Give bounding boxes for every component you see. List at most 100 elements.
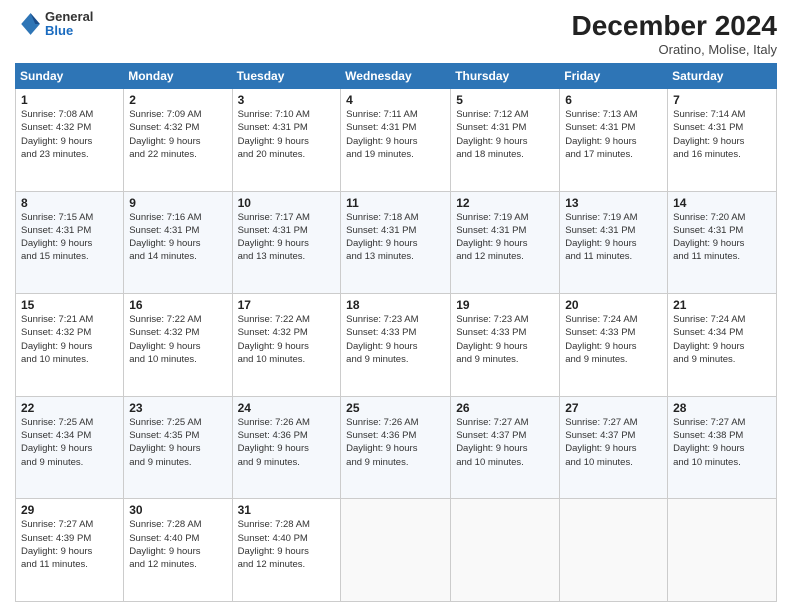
day-info: Sunrise: 7:27 AMSunset: 4:37 PMDaylight:… (456, 416, 554, 469)
day-number: 9 (129, 196, 226, 210)
day-number: 28 (673, 401, 771, 415)
day-number: 11 (346, 196, 445, 210)
calendar-cell: 28Sunrise: 7:27 AMSunset: 4:38 PMDayligh… (668, 396, 777, 499)
day-info: Sunrise: 7:12 AMSunset: 4:31 PMDaylight:… (456, 108, 554, 161)
day-info: Sunrise: 7:21 AMSunset: 4:32 PMDaylight:… (21, 313, 118, 366)
day-number: 15 (21, 298, 118, 312)
calendar-cell: 27Sunrise: 7:27 AMSunset: 4:37 PMDayligh… (560, 396, 668, 499)
calendar-cell: 12Sunrise: 7:19 AMSunset: 4:31 PMDayligh… (451, 191, 560, 294)
day-info: Sunrise: 7:09 AMSunset: 4:32 PMDaylight:… (129, 108, 226, 161)
day-info: Sunrise: 7:25 AMSunset: 4:34 PMDaylight:… (21, 416, 118, 469)
logo-general: General (45, 10, 93, 24)
day-info: Sunrise: 7:27 AMSunset: 4:38 PMDaylight:… (673, 416, 771, 469)
day-info: Sunrise: 7:17 AMSunset: 4:31 PMDaylight:… (238, 211, 336, 264)
day-number: 22 (21, 401, 118, 415)
day-info: Sunrise: 7:08 AMSunset: 4:32 PMDaylight:… (21, 108, 118, 161)
calendar-week-row: 29Sunrise: 7:27 AMSunset: 4:39 PMDayligh… (16, 499, 777, 602)
calendar-cell: 4Sunrise: 7:11 AMSunset: 4:31 PMDaylight… (341, 89, 451, 192)
day-number: 4 (346, 93, 445, 107)
calendar-cell: 31Sunrise: 7:28 AMSunset: 4:40 PMDayligh… (232, 499, 341, 602)
day-info: Sunrise: 7:19 AMSunset: 4:31 PMDaylight:… (565, 211, 662, 264)
day-number: 16 (129, 298, 226, 312)
col-monday: Monday (124, 64, 232, 89)
day-number: 8 (21, 196, 118, 210)
calendar-cell: 10Sunrise: 7:17 AMSunset: 4:31 PMDayligh… (232, 191, 341, 294)
logo-icon (15, 10, 43, 38)
day-number: 20 (565, 298, 662, 312)
day-number: 13 (565, 196, 662, 210)
day-number: 26 (456, 401, 554, 415)
day-number: 21 (673, 298, 771, 312)
calendar-week-row: 22Sunrise: 7:25 AMSunset: 4:34 PMDayligh… (16, 396, 777, 499)
logo-blue: Blue (45, 24, 93, 38)
calendar-cell: 16Sunrise: 7:22 AMSunset: 4:32 PMDayligh… (124, 294, 232, 397)
calendar-cell: 6Sunrise: 7:13 AMSunset: 4:31 PMDaylight… (560, 89, 668, 192)
day-number: 12 (456, 196, 554, 210)
day-number: 29 (21, 503, 118, 517)
calendar-cell: 15Sunrise: 7:21 AMSunset: 4:32 PMDayligh… (16, 294, 124, 397)
col-tuesday: Tuesday (232, 64, 341, 89)
day-number: 17 (238, 298, 336, 312)
day-info: Sunrise: 7:19 AMSunset: 4:31 PMDaylight:… (456, 211, 554, 264)
calendar-cell: 25Sunrise: 7:26 AMSunset: 4:36 PMDayligh… (341, 396, 451, 499)
day-info: Sunrise: 7:13 AMSunset: 4:31 PMDaylight:… (565, 108, 662, 161)
col-saturday: Saturday (668, 64, 777, 89)
calendar-cell: 13Sunrise: 7:19 AMSunset: 4:31 PMDayligh… (560, 191, 668, 294)
calendar-cell: 17Sunrise: 7:22 AMSunset: 4:32 PMDayligh… (232, 294, 341, 397)
day-info: Sunrise: 7:11 AMSunset: 4:31 PMDaylight:… (346, 108, 445, 161)
title-location: Oratino, Molise, Italy (572, 42, 777, 57)
col-friday: Friday (560, 64, 668, 89)
day-info: Sunrise: 7:16 AMSunset: 4:31 PMDaylight:… (129, 211, 226, 264)
day-info: Sunrise: 7:20 AMSunset: 4:31 PMDaylight:… (673, 211, 771, 264)
day-info: Sunrise: 7:23 AMSunset: 4:33 PMDaylight:… (346, 313, 445, 366)
day-number: 1 (21, 93, 118, 107)
calendar-week-row: 1Sunrise: 7:08 AMSunset: 4:32 PMDaylight… (16, 89, 777, 192)
day-info: Sunrise: 7:23 AMSunset: 4:33 PMDaylight:… (456, 313, 554, 366)
calendar-cell: 8Sunrise: 7:15 AMSunset: 4:31 PMDaylight… (16, 191, 124, 294)
day-number: 6 (565, 93, 662, 107)
calendar-cell: 7Sunrise: 7:14 AMSunset: 4:31 PMDaylight… (668, 89, 777, 192)
day-number: 31 (238, 503, 336, 517)
day-info: Sunrise: 7:15 AMSunset: 4:31 PMDaylight:… (21, 211, 118, 264)
calendar-cell: 3Sunrise: 7:10 AMSunset: 4:31 PMDaylight… (232, 89, 341, 192)
day-info: Sunrise: 7:24 AMSunset: 4:33 PMDaylight:… (565, 313, 662, 366)
day-number: 24 (238, 401, 336, 415)
calendar-table: Sunday Monday Tuesday Wednesday Thursday… (15, 63, 777, 602)
calendar-cell: 29Sunrise: 7:27 AMSunset: 4:39 PMDayligh… (16, 499, 124, 602)
day-info: Sunrise: 7:26 AMSunset: 4:36 PMDaylight:… (346, 416, 445, 469)
logo: General Blue (15, 10, 93, 39)
title-month: December 2024 (572, 10, 777, 42)
calendar-cell: 23Sunrise: 7:25 AMSunset: 4:35 PMDayligh… (124, 396, 232, 499)
day-info: Sunrise: 7:18 AMSunset: 4:31 PMDaylight:… (346, 211, 445, 264)
calendar-cell: 26Sunrise: 7:27 AMSunset: 4:37 PMDayligh… (451, 396, 560, 499)
col-wednesday: Wednesday (341, 64, 451, 89)
calendar-cell (341, 499, 451, 602)
day-number: 2 (129, 93, 226, 107)
col-thursday: Thursday (451, 64, 560, 89)
day-number: 23 (129, 401, 226, 415)
day-number: 10 (238, 196, 336, 210)
calendar-cell: 18Sunrise: 7:23 AMSunset: 4:33 PMDayligh… (341, 294, 451, 397)
day-number: 5 (456, 93, 554, 107)
day-number: 18 (346, 298, 445, 312)
calendar-cell (668, 499, 777, 602)
day-info: Sunrise: 7:24 AMSunset: 4:34 PMDaylight:… (673, 313, 771, 366)
calendar-cell (451, 499, 560, 602)
day-info: Sunrise: 7:25 AMSunset: 4:35 PMDaylight:… (129, 416, 226, 469)
day-info: Sunrise: 7:27 AMSunset: 4:37 PMDaylight:… (565, 416, 662, 469)
calendar-cell: 19Sunrise: 7:23 AMSunset: 4:33 PMDayligh… (451, 294, 560, 397)
day-number: 19 (456, 298, 554, 312)
day-info: Sunrise: 7:22 AMSunset: 4:32 PMDaylight:… (238, 313, 336, 366)
day-number: 25 (346, 401, 445, 415)
day-info: Sunrise: 7:27 AMSunset: 4:39 PMDaylight:… (21, 518, 118, 571)
day-info: Sunrise: 7:28 AMSunset: 4:40 PMDaylight:… (129, 518, 226, 571)
calendar-cell: 2Sunrise: 7:09 AMSunset: 4:32 PMDaylight… (124, 89, 232, 192)
calendar-cell: 30Sunrise: 7:28 AMSunset: 4:40 PMDayligh… (124, 499, 232, 602)
title-block: December 2024 Oratino, Molise, Italy (572, 10, 777, 57)
calendar-cell: 1Sunrise: 7:08 AMSunset: 4:32 PMDaylight… (16, 89, 124, 192)
calendar-cell: 11Sunrise: 7:18 AMSunset: 4:31 PMDayligh… (341, 191, 451, 294)
calendar-cell: 14Sunrise: 7:20 AMSunset: 4:31 PMDayligh… (668, 191, 777, 294)
calendar-cell (560, 499, 668, 602)
calendar-cell: 5Sunrise: 7:12 AMSunset: 4:31 PMDaylight… (451, 89, 560, 192)
day-number: 30 (129, 503, 226, 517)
